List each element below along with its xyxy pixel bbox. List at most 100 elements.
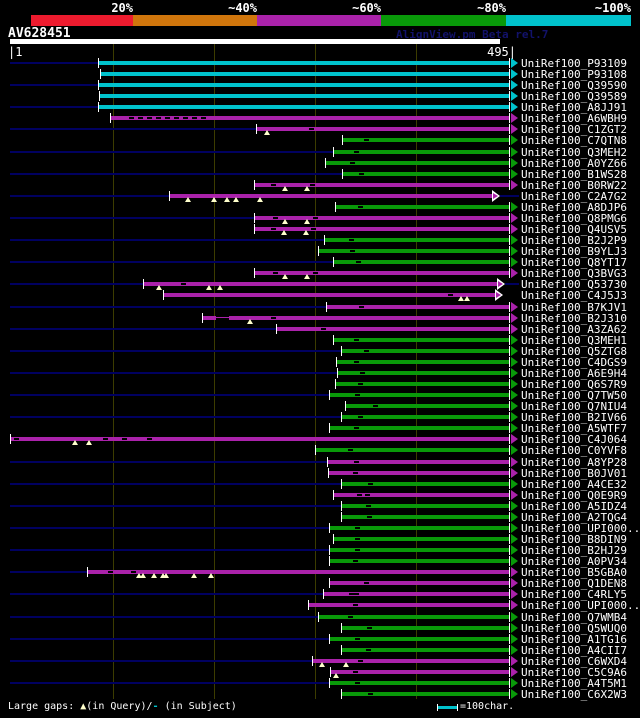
- alignment-bar[interactable]: [329, 581, 510, 585]
- query-connector-line: [10, 350, 341, 352]
- end-tick: [509, 135, 510, 145]
- arrowhead-icon: [511, 645, 518, 655]
- alignment-bar[interactable]: [110, 116, 510, 120]
- alignment-bar[interactable]: [318, 249, 510, 253]
- alignment-bar[interactable]: [169, 194, 492, 198]
- alignment-bar[interactable]: [98, 61, 510, 65]
- alignment-bar[interactable]: [98, 105, 510, 109]
- arrowhead-icon: [511, 678, 518, 688]
- query-connector-line: [10, 195, 169, 197]
- alignment-bar[interactable]: [336, 360, 510, 364]
- subject-gap-icon: [355, 549, 360, 551]
- alignment-bar[interactable]: [254, 227, 510, 231]
- query-connector-line: [10, 549, 329, 551]
- query-gap-icon: [191, 573, 197, 578]
- end-tick: [509, 268, 510, 278]
- alignment-bar[interactable]: [254, 183, 510, 187]
- alignment-bar[interactable]: [345, 404, 510, 408]
- arrowhead-icon: [511, 600, 518, 610]
- subject-gap-icon: [348, 449, 353, 451]
- end-tick: [509, 689, 510, 699]
- end-tick: [509, 667, 510, 677]
- end-tick: [509, 490, 510, 500]
- query-gap-icon: [151, 573, 157, 578]
- subject-gap-icon: [311, 228, 316, 230]
- query-connector-line: [10, 328, 276, 330]
- alignment-bar[interactable]: [318, 615, 510, 619]
- arrowhead-icon: [511, 401, 518, 411]
- alignment-bar[interactable]: [143, 282, 497, 286]
- query-connector-line: [505, 283, 519, 285]
- query-gap-icon: [86, 440, 92, 445]
- alignment-bar[interactable]: [100, 72, 510, 76]
- start-tick: [329, 390, 330, 400]
- alignment-bar[interactable]: [312, 659, 510, 663]
- end-tick: [509, 58, 510, 68]
- end-tick: [509, 523, 510, 533]
- subject-gap-icon: [358, 206, 363, 208]
- subject-label[interactable]: UniRef100_C6X2W3: [521, 689, 627, 701]
- query-connector-line: [10, 682, 329, 684]
- scale-label: ~100%: [594, 1, 631, 15]
- alignment-bar[interactable]: [333, 150, 510, 154]
- alignment-bar[interactable]: [341, 415, 510, 419]
- query-connector-line: [10, 616, 318, 618]
- alignment-bar[interactable]: [276, 327, 510, 331]
- alignment-bar[interactable]: [333, 338, 510, 342]
- end-tick: [509, 202, 510, 212]
- start-tick: [100, 69, 101, 79]
- alignment-bar[interactable]: [342, 172, 510, 176]
- end-tick: [509, 434, 510, 444]
- alignment-bar[interactable]: [254, 271, 510, 275]
- start-tick: [335, 202, 336, 212]
- arrowhead-icon: [511, 379, 518, 389]
- start-tick: [326, 302, 327, 312]
- subject-gap-icon: [348, 616, 353, 618]
- alignment-bar[interactable]: [341, 482, 510, 486]
- query-connector-line: [10, 571, 87, 573]
- arrowhead-icon: [511, 589, 518, 599]
- ruler-end-label: 495|: [487, 45, 516, 59]
- alignment-bar[interactable]: [98, 83, 510, 87]
- start-tick: [341, 412, 342, 422]
- subject-gap-icon: [313, 217, 318, 219]
- query-connector-line: [10, 151, 333, 153]
- query-gap-icon: [156, 285, 162, 290]
- start-tick: [99, 91, 100, 101]
- arrowhead-icon: [511, 689, 518, 699]
- scale-segment-100: [506, 15, 631, 26]
- alignment-bar[interactable]: [256, 127, 510, 131]
- arrowhead-icon: [511, 368, 518, 378]
- start-tick: [169, 191, 170, 201]
- alignment-bar[interactable]: [163, 293, 495, 297]
- subject-gap-icon: [313, 272, 318, 274]
- query-gap-icon: [208, 573, 214, 578]
- alignment-bar[interactable]: [99, 94, 510, 98]
- alignment-bar[interactable]: [341, 692, 510, 696]
- query-gap-icon: [140, 573, 146, 578]
- query-connector-line: [10, 306, 326, 308]
- alignment-bar[interactable]: [308, 603, 510, 607]
- arrowhead-icon: [511, 135, 518, 145]
- alignment-bar[interactable]: [254, 216, 510, 220]
- arrowhead-icon: [511, 213, 518, 223]
- alignment-bar[interactable]: [326, 305, 510, 309]
- scale-label: ~40%: [228, 1, 257, 15]
- alignment-bar[interactable]: [10, 437, 510, 441]
- subject-gap-icon: [356, 261, 361, 263]
- query-connector-line: [500, 195, 519, 197]
- arrowhead-icon: [511, 445, 518, 455]
- start-tick: [318, 612, 319, 622]
- subject-gap-icon: [367, 627, 372, 629]
- end-tick: [509, 147, 510, 157]
- end-tick: [509, 457, 510, 467]
- arrowhead-icon: [511, 457, 518, 467]
- subject-gap-icon: [448, 294, 453, 296]
- alignment-bar[interactable]: [315, 448, 510, 452]
- arrowhead-icon: [511, 246, 518, 256]
- query-gap-icon: [304, 186, 310, 191]
- query-connector-line: [10, 660, 312, 662]
- large-gaps-text: Large gaps:: [8, 701, 81, 712]
- subject-gap-icon: [273, 272, 278, 274]
- start-tick: [10, 434, 11, 444]
